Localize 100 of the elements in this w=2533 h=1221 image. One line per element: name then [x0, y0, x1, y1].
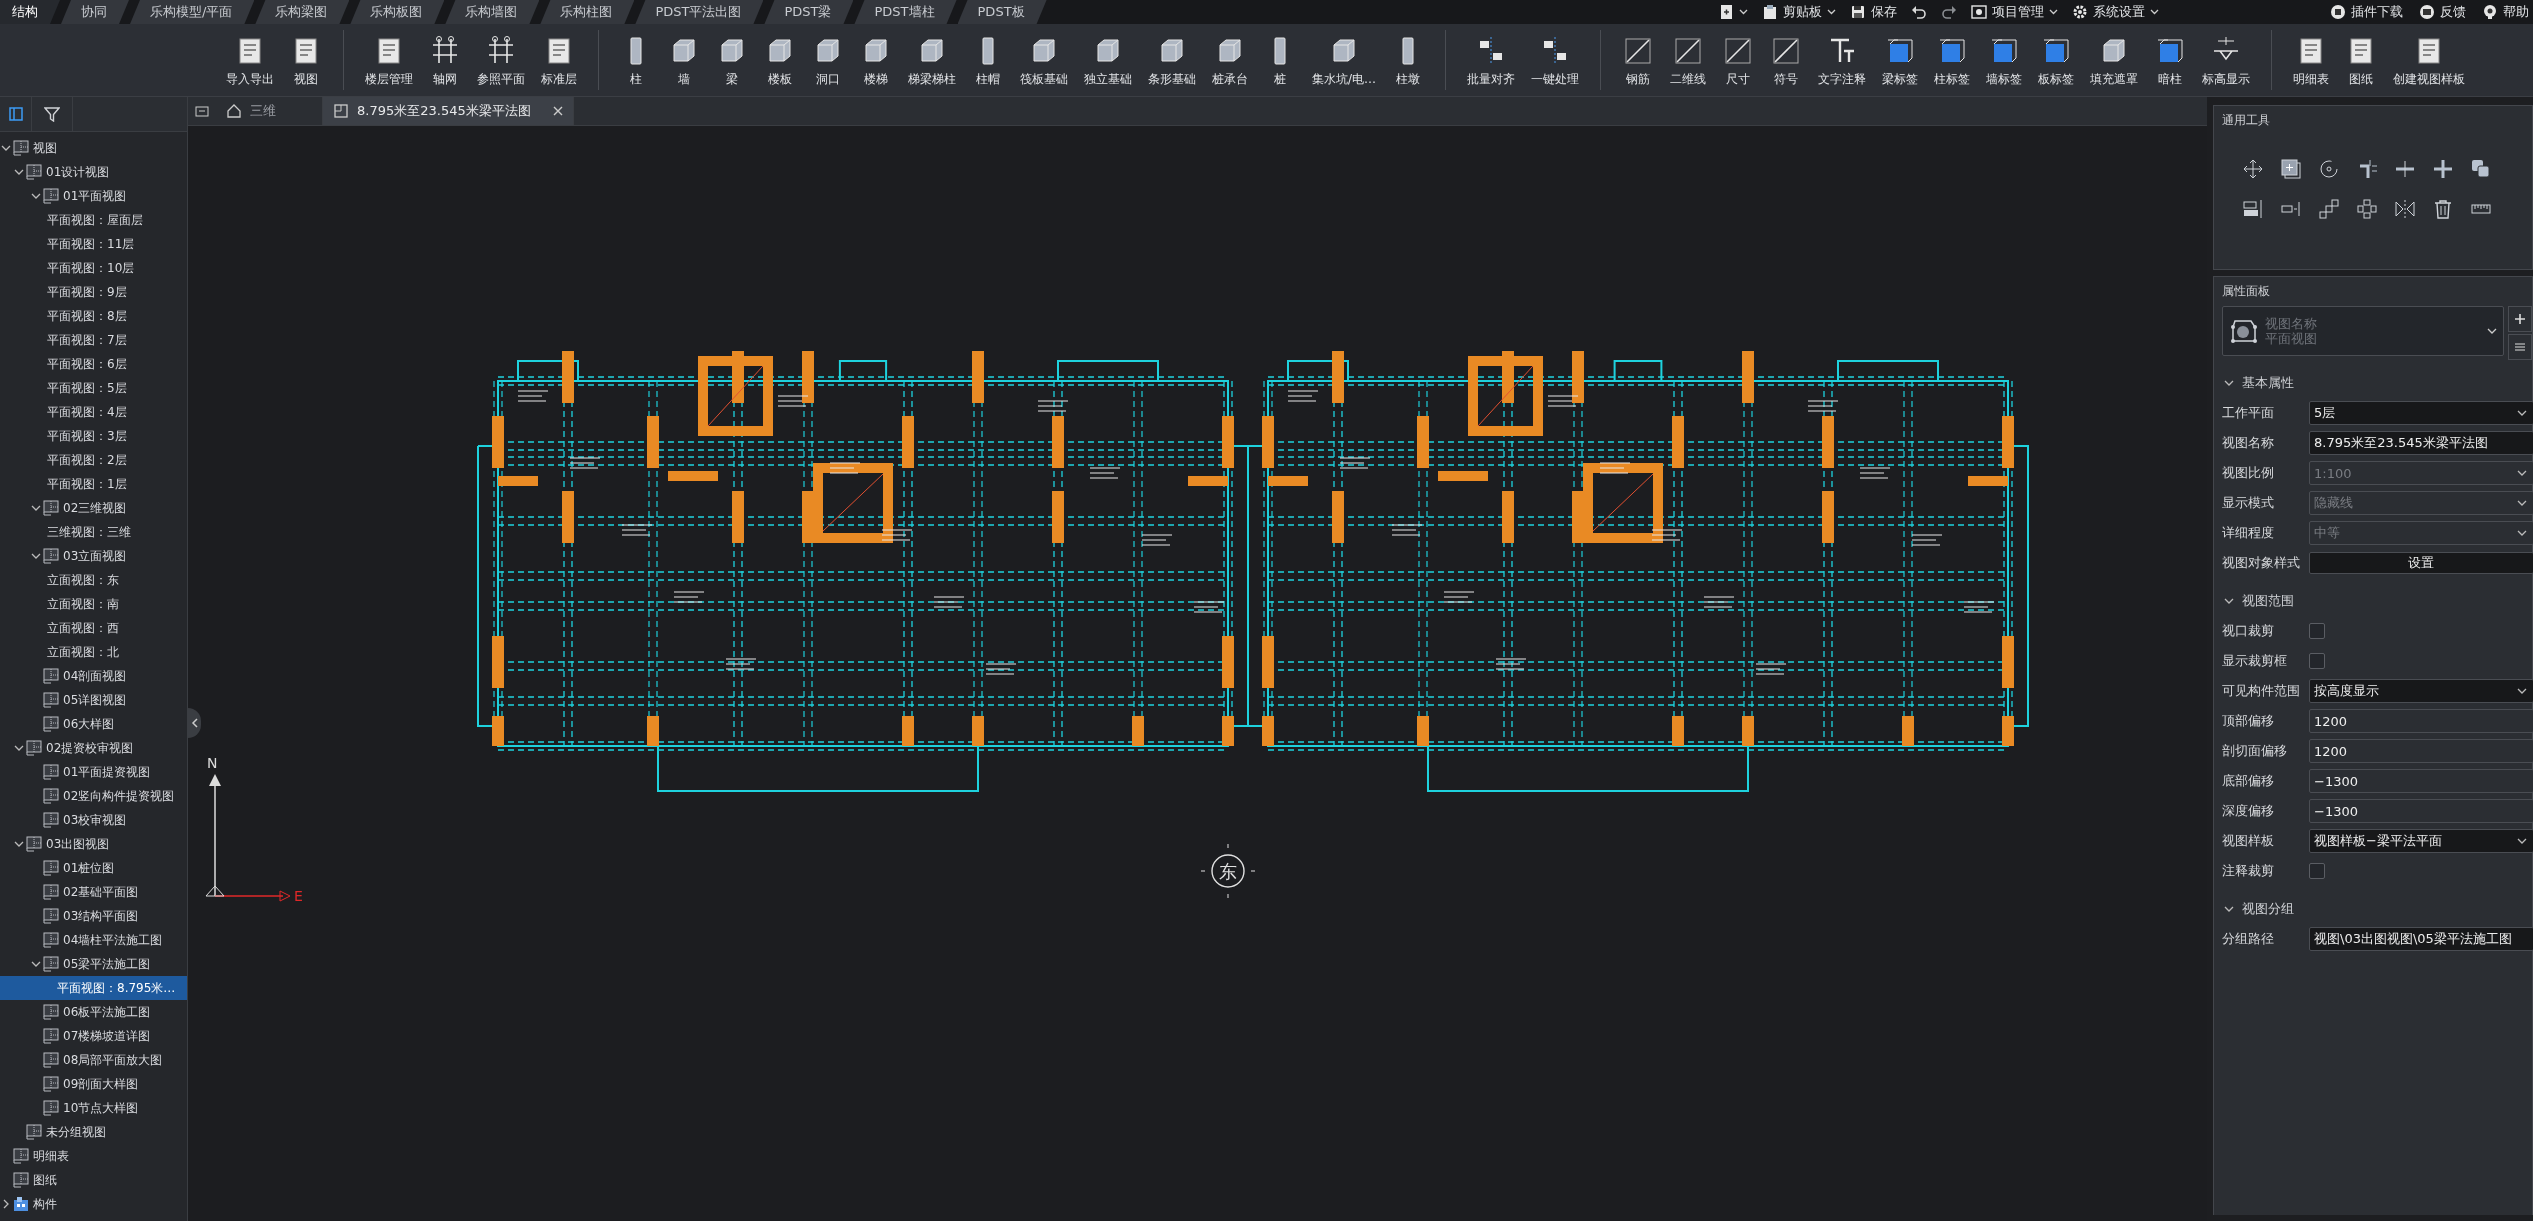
toolbar-button[interactable]: 洞口: [805, 30, 851, 90]
tree-item[interactable]: 立面视图：西: [0, 616, 187, 640]
tree-item[interactable]: 平面视图：7层: [0, 328, 187, 352]
toolbar-button[interactable]: 柱墩: [1385, 30, 1432, 90]
number-field[interactable]: 1200: [2309, 709, 2533, 733]
tree-item[interactable]: 02三维视图: [0, 496, 187, 520]
toolbar-button[interactable]: 桩承台: [1205, 30, 1255, 90]
caret-icon[interactable]: [30, 551, 42, 561]
tree-item[interactable]: 平面视图：9层: [0, 280, 187, 304]
caret-icon[interactable]: [13, 167, 25, 177]
tree-item[interactable]: 图纸: [0, 1168, 187, 1192]
tree-item[interactable]: 07楼梯坡道详图: [0, 1024, 187, 1048]
number-field[interactable]: 1200: [2309, 739, 2533, 763]
toolbar-button[interactable]: 明细表: [2286, 30, 2337, 90]
toolbar-button[interactable]: 符号: [1763, 30, 1810, 90]
tree-item[interactable]: 三维视图：三维: [0, 520, 187, 544]
toolbar-button[interactable]: 暗柱: [2147, 30, 2194, 90]
dropdown-field[interactable]: 5层: [2309, 401, 2533, 425]
tree-item[interactable]: 02基础平面图: [0, 880, 187, 904]
text-field[interactable]: 视图\03出图视图\05梁平法施工图: [2309, 927, 2533, 951]
quick-action-button[interactable]: [1911, 4, 1928, 20]
tree-item[interactable]: 立面视图：北: [0, 640, 187, 664]
toolbar-button[interactable]: 梯梁梯柱: [901, 30, 963, 90]
toolbar-button[interactable]: 板标签: [2031, 30, 2082, 90]
number-field[interactable]: −1300: [2309, 769, 2533, 793]
toolbar-button[interactable]: 楼层管理: [358, 30, 420, 90]
tree-item[interactable]: 平面视图：4层: [0, 400, 187, 424]
module-tab[interactable]: 乐构墙图: [445, 0, 540, 24]
tree-item[interactable]: 01平面视图: [0, 184, 187, 208]
module-tab[interactable]: PDST墙柱: [854, 0, 957, 24]
collapse-handle[interactable]: [188, 708, 201, 738]
tree-item[interactable]: 构件: [0, 1192, 187, 1216]
section-header[interactable]: 基本属性: [2214, 368, 2532, 398]
caret-icon[interactable]: [13, 839, 25, 849]
caret-icon[interactable]: [13, 743, 25, 753]
quick-menu-button[interactable]: 系统设置: [2072, 3, 2160, 21]
module-tab[interactable]: 乐构梁图: [255, 0, 350, 24]
tree-item[interactable]: 03结构平面图: [0, 904, 187, 928]
tree-item[interactable]: 01设计视图: [0, 160, 187, 184]
module-tab[interactable]: 乐构柱图: [540, 0, 635, 24]
tree-item[interactable]: 08局部平面放大图: [0, 1048, 187, 1072]
tree-item[interactable]: 平面视图：1层: [0, 472, 187, 496]
quick-menu-button[interactable]: 保存: [1850, 3, 1898, 21]
tree-item[interactable]: 立面视图：南: [0, 592, 187, 616]
toolbar-button[interactable]: 集水坑/电…: [1305, 30, 1384, 90]
toolbar-button[interactable]: 填充遮罩: [2083, 30, 2146, 90]
toolbar-button[interactable]: 参照平面: [470, 30, 532, 90]
module-tab[interactable]: PDST板: [957, 0, 1047, 24]
tree-item[interactable]: 02竖向构件提资视图: [0, 784, 187, 808]
caret-icon[interactable]: [30, 503, 42, 513]
tree-item[interactable]: 视图: [0, 136, 187, 160]
tree-item[interactable]: 03立面视图: [0, 544, 187, 568]
caret-icon[interactable]: [30, 959, 42, 969]
tree-item[interactable]: 03出图视图: [0, 832, 187, 856]
toolbar-button[interactable]: 柱标签: [1927, 30, 1978, 90]
tree-item[interactable]: 平面视图：8层: [0, 304, 187, 328]
tree-item[interactable]: 01平面提资视图: [0, 760, 187, 784]
settings-button[interactable]: 设置: [2309, 552, 2533, 574]
toolbar-button[interactable]: 墙标签: [1979, 30, 2030, 90]
tree-item[interactable]: 06大样图: [0, 712, 187, 736]
caret-icon[interactable]: [0, 143, 12, 153]
toolbar-button[interactable]: 图纸: [2338, 30, 2385, 90]
toolbar-button[interactable]: 墙: [661, 30, 707, 90]
help-link[interactable]: 帮助: [2482, 3, 2529, 21]
tree-item[interactable]: 06板平法施工图: [0, 1000, 187, 1024]
tree-item[interactable]: 04剖面视图: [0, 664, 187, 688]
tree-item[interactable]: 05梁平法施工图: [0, 952, 187, 976]
toolbar-button[interactable]: 二维线: [1663, 30, 1714, 90]
section-header[interactable]: 视图分组: [2214, 894, 2532, 924]
text-field[interactable]: 8.795米至23.545米梁平法图: [2309, 431, 2533, 455]
section-header[interactable]: 视图范围: [2214, 586, 2532, 616]
toolbar-button[interactable]: 轴网: [422, 30, 468, 90]
help-link[interactable]: 插件下载: [2330, 3, 2403, 21]
tree-item[interactable]: 未分组视图: [0, 1120, 187, 1144]
toolbar-button[interactable]: 楼梯: [853, 30, 899, 90]
toolbar-button[interactable]: 条形基础: [1141, 30, 1203, 90]
tree-item[interactable]: 01桩位图: [0, 856, 187, 880]
toolbar-button[interactable]: 尺寸: [1715, 30, 1762, 90]
tree-item[interactable]: 平面视图：11层: [0, 232, 187, 256]
help-link[interactable]: 反馈: [2419, 3, 2466, 21]
dropdown-field[interactable]: 视图样板−梁平法平面: [2309, 829, 2533, 853]
tree-item[interactable]: 09剖面大样图: [0, 1072, 187, 1096]
tree-item[interactable]: 平面视图：2层: [0, 448, 187, 472]
tree-item[interactable]: 03校审视图: [0, 808, 187, 832]
toolbar-button[interactable]: 标准层: [534, 30, 584, 90]
module-tab[interactable]: 结构: [0, 0, 60, 24]
tree-item[interactable]: 02提资校审视图: [0, 736, 187, 760]
module-tab[interactable]: 乐构模型/平面: [130, 0, 255, 24]
tree-item[interactable]: 立面视图：东: [0, 568, 187, 592]
toolbar-button[interactable]: 一键处理: [1524, 30, 1587, 90]
tree-item[interactable]: 平面视图：6层: [0, 352, 187, 376]
checkbox[interactable]: [2309, 623, 2325, 639]
tree-item[interactable]: 04墙柱平法施工图: [0, 928, 187, 952]
toolbar-button[interactable]: 梁: [709, 30, 755, 90]
caret-icon[interactable]: [30, 191, 42, 201]
toolbar-button[interactable]: 批量对齐: [1460, 30, 1523, 90]
dropdown-field[interactable]: 按高度显示: [2309, 679, 2533, 703]
tree-item[interactable]: 平面视图：屋面层: [0, 208, 187, 232]
checkbox[interactable]: [2309, 863, 2325, 879]
tree-item[interactable]: 明细表: [0, 1144, 187, 1168]
